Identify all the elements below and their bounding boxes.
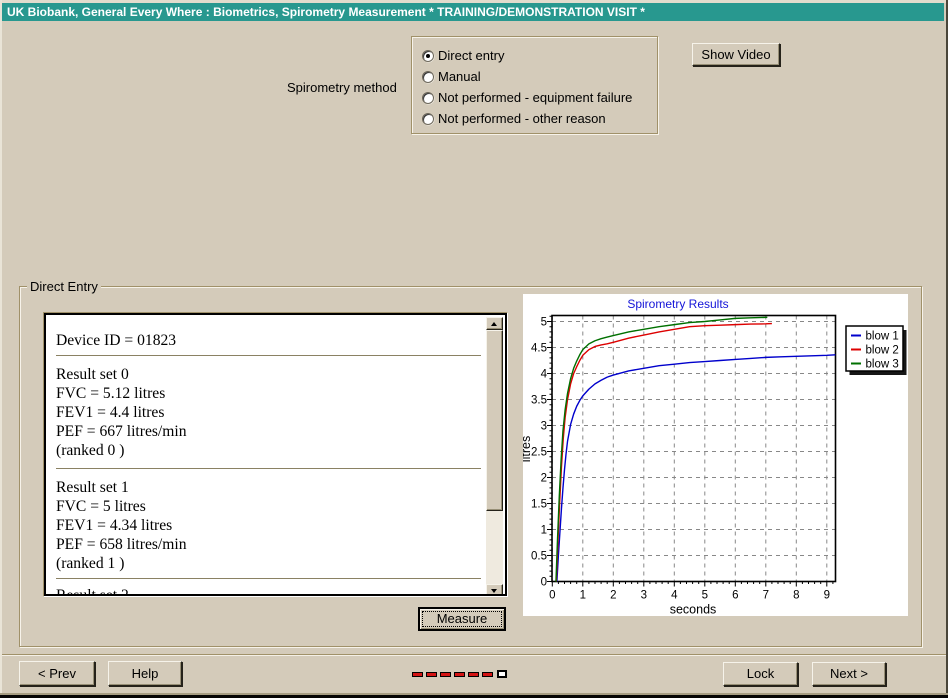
svg-text:8: 8 [793, 590, 799, 602]
svg-text:0.5: 0.5 [531, 551, 547, 563]
svg-text:1: 1 [580, 590, 586, 602]
svg-text:4: 4 [541, 369, 548, 381]
svg-text:4: 4 [671, 590, 678, 602]
svg-text:blow 3: blow 3 [866, 359, 899, 371]
svg-text:litres: litres [523, 436, 533, 462]
svg-text:3: 3 [541, 421, 547, 433]
svg-text:1: 1 [541, 525, 547, 537]
svg-text:seconds: seconds [670, 603, 717, 617]
svg-text:9: 9 [824, 590, 830, 602]
svg-text:2: 2 [541, 473, 547, 485]
svg-text:1.5: 1.5 [531, 499, 547, 511]
svg-text:0: 0 [549, 590, 555, 602]
svg-text:2: 2 [610, 590, 616, 602]
svg-text:blow 1: blow 1 [866, 331, 899, 343]
svg-text:6: 6 [732, 590, 738, 602]
svg-text:4.5: 4.5 [531, 343, 547, 355]
svg-text:3: 3 [641, 590, 647, 602]
svg-text:5: 5 [702, 590, 708, 602]
svg-text:5: 5 [541, 317, 547, 329]
svg-text:Spirometry Results: Spirometry Results [627, 297, 728, 311]
svg-text:2.5: 2.5 [531, 447, 547, 459]
svg-text:3.5: 3.5 [531, 395, 547, 407]
svg-text:7: 7 [763, 590, 769, 602]
svg-text:0: 0 [541, 577, 547, 589]
svg-text:blow 2: blow 2 [866, 345, 899, 357]
